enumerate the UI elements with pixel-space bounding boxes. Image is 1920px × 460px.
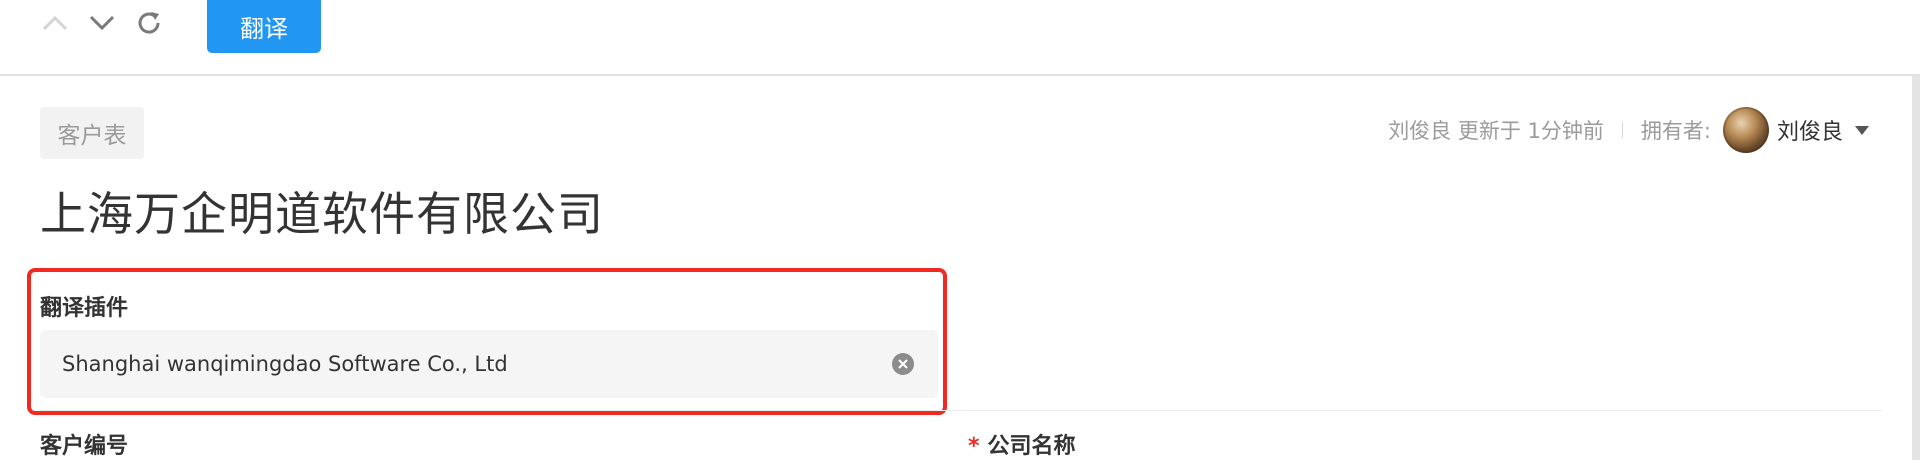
avatar[interactable] — [1722, 107, 1769, 153]
refresh-icon — [135, 9, 163, 37]
page-title: 上海万企明道软件有限公司 — [40, 187, 604, 241]
updated-info: 刘俊良 更新于 1分钟前 — [1388, 119, 1604, 143]
scrollbar[interactable] — [1912, 76, 1920, 460]
translate-plugin-field[interactable] — [40, 330, 938, 398]
meta-divider — [1621, 122, 1623, 138]
chevron-down-icon — [89, 15, 115, 31]
required-indicator: * — [968, 434, 980, 459]
record-meta: 刘俊良 更新于 1分钟前 拥有者: 刘俊良 — [1388, 106, 1869, 154]
translate-button[interactable]: 翻译 — [207, 0, 321, 53]
chevron-up-icon — [42, 15, 68, 31]
translate-plugin-label: 翻译插件 — [40, 296, 129, 321]
section-divider — [40, 410, 1882, 411]
owner-name[interactable]: 刘俊良 — [1777, 114, 1843, 146]
worksheet-tag[interactable]: 客户表 — [40, 107, 144, 159]
customer-no-label: 客户编号 — [40, 434, 129, 459]
company-name-label: 公司名称 — [987, 434, 1076, 459]
translate-plugin-input[interactable] — [60, 351, 884, 377]
owner-label: 拥有者: — [1640, 119, 1711, 143]
clear-icon[interactable] — [892, 353, 914, 375]
caret-down-icon[interactable] — [1855, 125, 1869, 135]
refresh-button[interactable] — [134, 6, 164, 40]
company-name-label-wrapper: * 公司名称 — [968, 428, 1076, 460]
previous-record-button[interactable] — [40, 6, 70, 40]
next-record-button[interactable] — [87, 6, 117, 40]
top-toolbar: 翻译 — [0, 0, 1920, 76]
